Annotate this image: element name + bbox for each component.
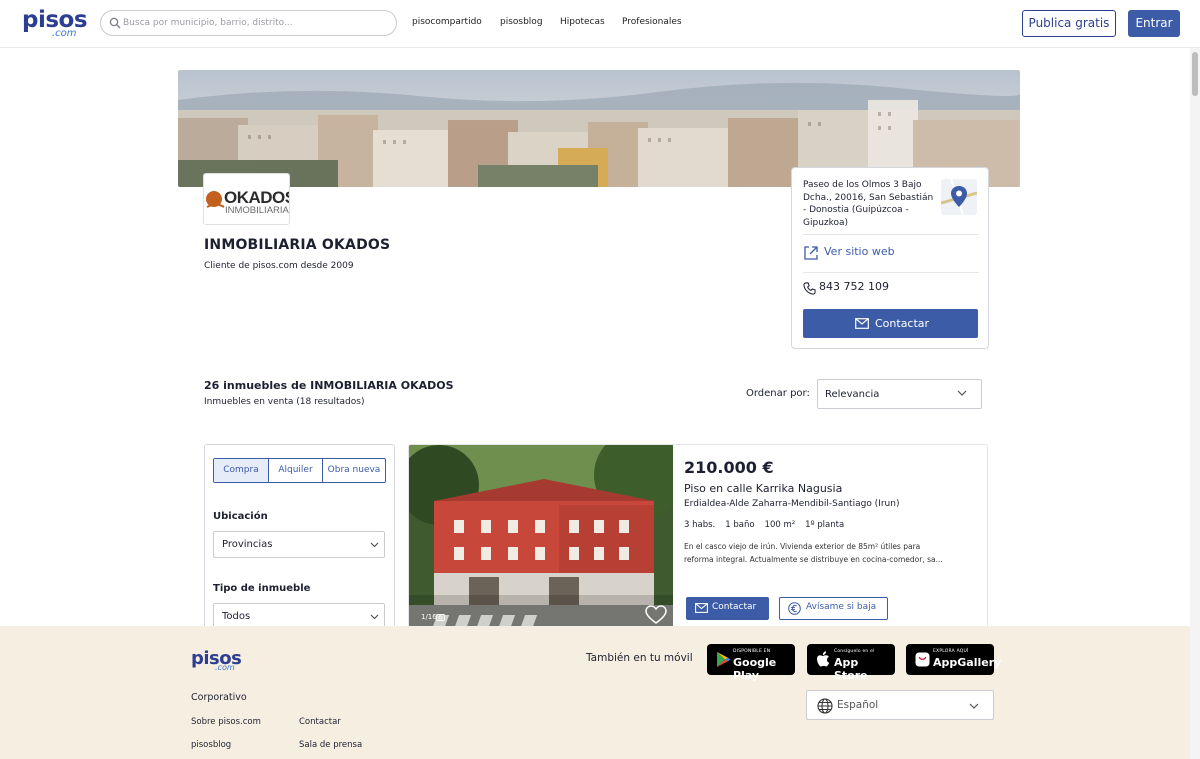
agency-logo-text-sub: INMOBILIARIA xyxy=(225,205,289,216)
footer-link-contact[interactable]: Contactar xyxy=(299,717,341,727)
mail-icon xyxy=(855,318,869,329)
property-price: 210.000 € xyxy=(684,458,774,477)
location-filter-label: Ubicación xyxy=(213,511,268,522)
login-button[interactable]: Entrar xyxy=(1128,10,1180,37)
agency-phone[interactable]: 843 752 109 xyxy=(819,280,889,293)
chevron-down-icon xyxy=(957,390,967,396)
sort-select[interactable]: Relevancia xyxy=(817,379,982,409)
logo-suffix: .com xyxy=(52,28,77,39)
euro-icon xyxy=(788,602,801,615)
footer-link-blog[interactable]: pisosblog xyxy=(191,740,231,750)
feature-baths: 1 baño xyxy=(725,520,755,530)
property-location: Erdialdea-Alde Zaharra-Mendibil-Santiago… xyxy=(684,499,900,509)
footer-logo-suffix: .com xyxy=(215,663,235,672)
globe-icon xyxy=(817,698,833,714)
nav-link-pisosblog[interactable]: pisosblog xyxy=(500,17,543,27)
agency-since-text: Cliente de pisos.com desde 2009 xyxy=(204,261,354,271)
location-select[interactable]: Provincias xyxy=(213,531,385,558)
nav-link-pisocompartido[interactable]: pisocompartido xyxy=(412,17,482,27)
feature-rooms: 3 habs. xyxy=(684,520,716,530)
google-play-icon xyxy=(717,652,731,667)
location-select-value: Provincias xyxy=(222,539,273,550)
sort-label: Ordenar por: xyxy=(746,388,810,399)
footer-link-press[interactable]: Sala de prensa xyxy=(299,740,362,750)
nav-link-profesionales[interactable]: Profesionales xyxy=(622,17,682,27)
map-pin-icon[interactable] xyxy=(941,179,977,215)
heart-icon[interactable] xyxy=(645,605,667,625)
operation-tabs: Compra Alquiler Obra nueva xyxy=(213,458,386,483)
price-alert-button[interactable]: Avísame si baja xyxy=(779,597,888,620)
property-contact-button[interactable]: Contactar xyxy=(686,597,769,620)
search-box[interactable] xyxy=(100,10,397,36)
card-divider xyxy=(803,234,979,235)
site-logo[interactable]: pisos .com xyxy=(22,8,88,40)
appgallery-big-text: AppGallery xyxy=(933,656,1002,669)
app-store-badge[interactable]: Consíguelo en el App Store xyxy=(807,644,895,682)
results-subtitle: Inmuebles en venta (18 resultados) xyxy=(204,397,365,407)
mail-icon xyxy=(695,603,708,613)
property-contact-label: Contactar xyxy=(712,602,757,612)
apple-icon xyxy=(817,651,830,667)
phone-icon xyxy=(803,282,816,295)
chevron-down-icon xyxy=(370,614,379,620)
external-link-icon xyxy=(804,246,818,260)
description-line: En el casco viejo de irún. Vivienda exte… xyxy=(684,542,921,551)
chevron-down-icon xyxy=(969,703,979,709)
tab-alquiler[interactable]: Alquiler xyxy=(268,459,322,482)
appgallery-icon xyxy=(915,652,930,667)
property-type-value: Todos xyxy=(222,611,251,622)
agency-name: INMOBILIARIA OKADOS xyxy=(204,237,391,253)
property-photo[interactable] xyxy=(409,445,673,634)
footer-corporate-heading: Corporativo xyxy=(191,692,247,703)
card-divider xyxy=(803,272,979,273)
appgallery-small-text: EXPLORA AQUÍ xyxy=(933,649,969,654)
description-line: reforma integral. Actualmente se distrib… xyxy=(684,555,943,564)
property-title[interactable]: Piso en calle Karrika Nagusia xyxy=(684,482,842,495)
tab-obra-nueva[interactable]: Obra nueva xyxy=(322,459,385,482)
app-store-small-text: Consíguelo en el xyxy=(834,649,875,654)
language-value: Español xyxy=(837,699,879,711)
chevron-down-icon xyxy=(370,542,379,548)
nav-link-hipotecas[interactable]: Hipotecas xyxy=(560,17,605,27)
property-features: 3 habs. 1 baño 100 m² 1º planta xyxy=(684,520,844,530)
website-link[interactable]: Ver sitio web xyxy=(824,245,895,258)
feature-area: 100 m² xyxy=(764,520,796,530)
language-select[interactable]: Español xyxy=(806,690,994,720)
google-play-badge[interactable]: DISPONIBLE EN Google Play xyxy=(707,644,795,682)
appgallery-badge[interactable]: EXPLORA AQUÍ AppGallery xyxy=(906,644,1001,675)
google-play-small-text: DISPONIBLE EN xyxy=(733,649,771,654)
feature-floor: 1º planta xyxy=(805,520,845,530)
publish-free-button[interactable]: Publica gratis xyxy=(1022,10,1116,37)
property-description: En el casco viejo de irún. Vivienda exte… xyxy=(684,540,977,566)
sort-select-value: Relevancia xyxy=(825,389,880,400)
price-alert-label: Avísame si baja xyxy=(806,602,877,612)
page-scrollbar[interactable] xyxy=(1190,48,1200,759)
agency-logo-image: OKADOS INMOBILIARIA xyxy=(206,188,296,216)
agency-logo: OKADOS INMOBILIARIA xyxy=(203,173,296,225)
app-store-big-text: App Store xyxy=(834,656,868,682)
tab-compra[interactable]: Compra xyxy=(214,459,268,482)
footer-link-about[interactable]: Sobre pisos.com xyxy=(191,717,261,727)
mobile-apps-text: También en tu móvil xyxy=(586,652,693,664)
search-icon xyxy=(109,17,121,29)
agency-contact-card: Paseo de los Olmos 3 Bajo Dcha., 20016, … xyxy=(791,167,989,349)
footer-logo[interactable]: pisos .com xyxy=(191,648,242,674)
search-input[interactable] xyxy=(123,14,388,32)
filters-panel: Compra Alquiler Obra nueva Ubicación Pro… xyxy=(204,444,395,634)
top-header: pisos .com pisocompartido pisosblog Hipo… xyxy=(0,0,1200,48)
property-type-label: Tipo de inmueble xyxy=(213,583,311,594)
camera-icon xyxy=(436,614,445,621)
property-card[interactable]: 1/16 210.000 € Piso en calle Karrika Nag… xyxy=(408,444,988,634)
agency-contact-label: Contactar xyxy=(875,317,930,330)
scrollbar-thumb[interactable] xyxy=(1192,52,1198,96)
google-play-big-text: Google Play xyxy=(733,656,777,682)
photo-counter: 1/16 xyxy=(421,613,437,621)
site-footer: pisos .com Corporativo Sobre pisos.com C… xyxy=(0,626,1190,759)
results-title: 26 inmuebles de INMOBILIARIA OKADOS xyxy=(204,379,454,392)
agency-contact-button[interactable]: Contactar xyxy=(803,309,978,338)
agency-address: Paseo de los Olmos 3 Bajo Dcha., 20016, … xyxy=(803,180,934,228)
